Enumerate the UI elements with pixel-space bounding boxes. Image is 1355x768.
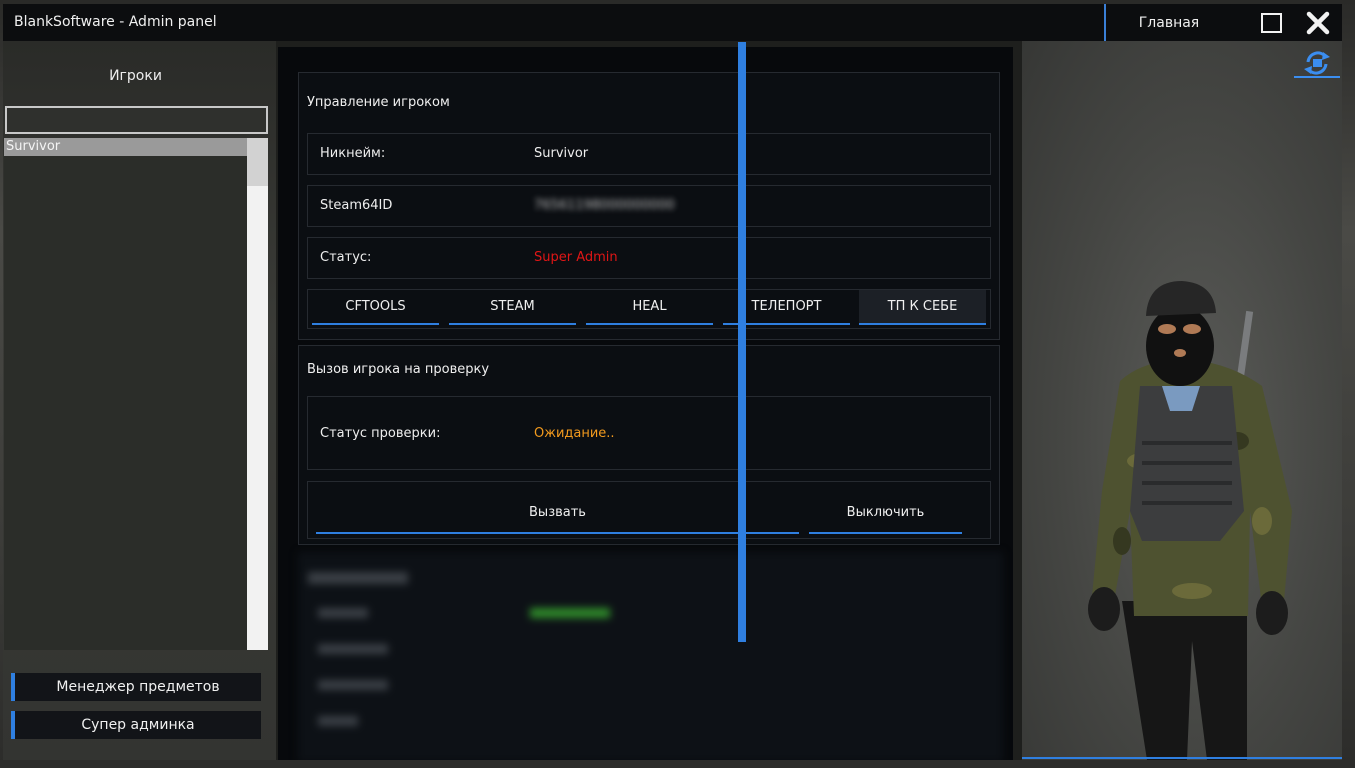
cftools-button[interactable]: CFTOOLS	[312, 290, 439, 325]
steamid-value: 76561198000000000	[534, 198, 675, 213]
scrollbar-thumb[interactable]	[247, 138, 268, 186]
character-preview	[1022, 41, 1342, 760]
check-status-row: Статус проверки: Ожидание..	[307, 396, 991, 470]
center-scrollbar[interactable]	[738, 42, 746, 642]
status-row: Статус: Super Admin	[307, 237, 991, 279]
tp-to-me-button[interactable]: ТП К СЕБЕ	[859, 290, 986, 325]
card-title: Управление игроком	[307, 95, 450, 110]
check-actions-row: Вызвать Выключить	[307, 481, 991, 539]
steamid-label: Steam64ID	[320, 198, 393, 213]
player-search-input[interactable]	[5, 106, 268, 134]
character-model	[1088, 281, 1292, 760]
home-button[interactable]: Главная	[1106, 4, 1232, 41]
nickname-value: Survivor	[534, 146, 589, 161]
disable-button[interactable]: Выключить	[809, 492, 962, 534]
blurred-section	[298, 552, 1003, 760]
close-icon[interactable]	[1305, 10, 1331, 36]
player-list-item[interactable]: Survivor	[4, 138, 247, 156]
player-list: Survivor	[4, 138, 247, 650]
status-value: Super Admin	[534, 250, 618, 265]
rotate-camera-icon[interactable]	[1293, 48, 1341, 78]
call-button[interactable]: Вызвать	[316, 492, 799, 534]
admin-window: BlankSoftware - Admin panel Главная Игро…	[3, 4, 1342, 760]
actions-row: CFTOOLS STEAM HEAL ТЕЛЕПОРТ ТП К СЕБЕ	[307, 289, 991, 329]
maximize-icon[interactable]	[1261, 13, 1282, 33]
player-control-card: Управление игроком Никнейм: Survivor Ste…	[298, 72, 1000, 340]
preview-divider	[1022, 757, 1342, 759]
card-title: Вызов игрока на проверку	[307, 362, 490, 377]
check-status-value: Ожидание..	[534, 426, 615, 441]
nickname-row: Никнейм: Survivor	[307, 133, 991, 175]
heal-button[interactable]: HEAL	[586, 290, 713, 325]
check-call-card: Вызов игрока на проверку Статус проверки…	[298, 345, 1000, 545]
status-label: Статус:	[320, 250, 372, 265]
title-bar: BlankSoftware - Admin panel Главная	[3, 4, 1342, 41]
player-management-panel: Управление игроком Никнейм: Survivor Ste…	[278, 47, 1013, 760]
steamid-row: Steam64ID 76561198000000000	[307, 185, 991, 227]
players-title: Игроки	[109, 68, 162, 84]
app-title: BlankSoftware - Admin panel	[14, 14, 217, 30]
nickname-label: Никнейм:	[320, 146, 386, 161]
super-admin-button[interactable]: Супер админка	[11, 711, 261, 739]
players-sidebar: Игроки Survivor Менеджер предметов Супер…	[3, 41, 276, 760]
item-manager-button[interactable]: Менеджер предметов	[11, 673, 261, 701]
player-list-scrollbar[interactable]	[247, 138, 268, 650]
steam-button[interactable]: STEAM	[449, 290, 576, 325]
check-status-label: Статус проверки:	[320, 426, 441, 441]
